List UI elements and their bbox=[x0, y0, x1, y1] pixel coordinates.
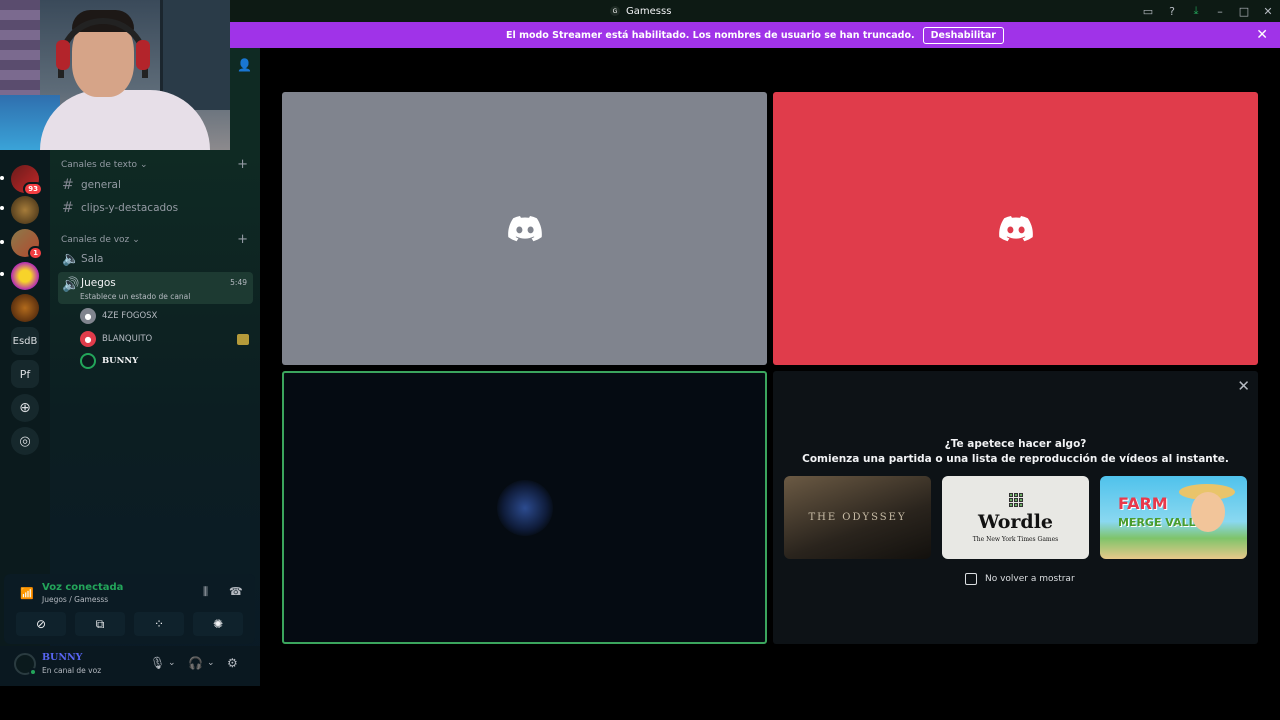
activity-title: ¿Te apetece hacer algo? bbox=[944, 438, 1087, 450]
chevron-down-icon[interactable]: ⌄ bbox=[207, 658, 215, 668]
add-channel-icon[interactable]: + bbox=[237, 157, 248, 172]
speaker-icon: 🔈 bbox=[62, 251, 80, 267]
soundboard-icon: ✺ bbox=[212, 617, 224, 631]
channel-clips[interactable]: # clips-y-destacados bbox=[58, 197, 253, 219]
voice-channel-sala[interactable]: 🔈 Sala bbox=[58, 248, 253, 270]
server-icon: G bbox=[610, 6, 620, 16]
download-icon[interactable]: ⤓ bbox=[1184, 0, 1208, 22]
window-title: Gamesss bbox=[626, 5, 672, 17]
title-bar: G Gamesss ▭ ? ⤓ – □ ✕ bbox=[230, 0, 1280, 22]
activity-subtitle: Comienza una partida o una lista de repr… bbox=[802, 453, 1229, 465]
add-server-icon[interactable]: ⊕ bbox=[11, 394, 39, 422]
activity-card-odyssey[interactable]: THE ODYSSEY bbox=[784, 476, 931, 559]
signal-icon[interactable]: 📶 bbox=[20, 587, 34, 600]
sidebar-header: 👤 bbox=[230, 48, 260, 150]
server-icon-5[interactable] bbox=[11, 294, 39, 322]
server-icon-4[interactable] bbox=[11, 262, 39, 290]
chevron-down-icon: ⌄ bbox=[140, 160, 148, 170]
speaker-icon: 🔊 bbox=[62, 277, 80, 293]
online-status-dot bbox=[29, 668, 37, 676]
server-icon-3[interactable]: 1 bbox=[11, 229, 43, 260]
unread-pill bbox=[0, 240, 4, 244]
unread-pill bbox=[0, 176, 4, 180]
voice-user[interactable]: ● 4ZE FOGOSX bbox=[80, 307, 157, 325]
dont-show-again-checkbox[interactable]: No volver a mostrar bbox=[965, 573, 1075, 585]
discover-icon[interactable]: ◎ bbox=[11, 427, 39, 455]
voice-location[interactable]: Juegos / Gamesss bbox=[42, 595, 108, 604]
noise-suppression-icon[interactable]: ⫼ bbox=[203, 585, 208, 599]
server-icon-1[interactable]: 93 bbox=[11, 165, 43, 196]
help-icon[interactable]: ? bbox=[1160, 0, 1184, 22]
wordle-grid-icon bbox=[1008, 492, 1023, 507]
soundboard-button[interactable]: ✺ bbox=[193, 612, 243, 636]
channel-timer: 5:49 bbox=[230, 278, 247, 287]
channel-general[interactable]: # general bbox=[58, 174, 253, 196]
hash-icon: # bbox=[62, 177, 74, 193]
avatar bbox=[80, 353, 96, 369]
server-pf[interactable]: Pf bbox=[11, 360, 39, 388]
activity-card-farm[interactable]: FARM MERGE VALLEY bbox=[1100, 476, 1247, 559]
add-voice-channel-icon[interactable]: + bbox=[237, 232, 248, 247]
settings-gear-icon[interactable]: ⚙ bbox=[227, 656, 238, 670]
close-banner-icon[interactable]: ✕ bbox=[1256, 27, 1268, 43]
avatar bbox=[496, 479, 553, 536]
close-window-button[interactable]: ✕ bbox=[1256, 0, 1280, 22]
discord-avatar-icon: ● bbox=[80, 331, 96, 347]
hash-icon: # bbox=[62, 200, 74, 216]
close-icon[interactable]: ✕ bbox=[1237, 377, 1250, 395]
mention-badge: 93 bbox=[23, 182, 43, 196]
microphone-icon[interactable]: 🎙 bbox=[150, 656, 165, 670]
participant-tile[interactable] bbox=[282, 92, 767, 365]
voice-user[interactable]: BUNNY bbox=[80, 352, 138, 370]
mention-badge: 1 bbox=[28, 246, 43, 260]
activity-card-wordle[interactable]: Wordle The New York Times Games bbox=[942, 476, 1089, 559]
camera-off-button[interactable]: ⊘ bbox=[16, 612, 66, 636]
user-status: En canal de voz bbox=[42, 666, 102, 675]
checkbox[interactable] bbox=[965, 573, 977, 585]
webcam-overlay bbox=[0, 0, 230, 150]
chevron-down-icon[interactable]: ⌄ bbox=[168, 658, 176, 668]
user-panel: BUNNY En canal de voz 🎙 ⌄ 🎧 ⌄ ⚙ bbox=[0, 646, 260, 686]
channel-status[interactable]: Establece un estado de canal bbox=[80, 292, 190, 301]
add-friend-icon[interactable]: 👤 bbox=[237, 58, 252, 72]
screen-share-icon: ⧉ bbox=[95, 616, 105, 631]
camera-off-icon: ⊘ bbox=[35, 617, 47, 631]
activities-button[interactable]: ⁘ bbox=[134, 612, 184, 636]
inbox-icon[interactable]: ▭ bbox=[1136, 0, 1160, 22]
banner-message: El modo Streamer está habilitado. Los no… bbox=[506, 29, 915, 41]
discord-logo-icon bbox=[507, 215, 542, 241]
participant-tile[interactable] bbox=[773, 92, 1258, 365]
discord-logo-icon bbox=[998, 215, 1033, 241]
discord-avatar-icon: ● bbox=[80, 308, 96, 324]
headphones-icon[interactable]: 🎧 bbox=[188, 656, 203, 670]
voice-user[interactable]: ● BLANQUITO bbox=[80, 330, 152, 348]
server-icon-2[interactable] bbox=[11, 196, 39, 224]
voice-connected-panel: 📶 Voz conectada Juegos / Gamesss ⫼ ☎ ⊘ ⧉… bbox=[4, 574, 255, 644]
category-text-channels[interactable]: Canales de texto ⌄ bbox=[61, 160, 148, 170]
voice-channel-juegos[interactable]: 🔊 Juegos Establece un estado de canal 5:… bbox=[58, 272, 253, 304]
activities-icon: ⁘ bbox=[153, 617, 165, 631]
server-esdb[interactable]: EsdB bbox=[11, 327, 39, 355]
category-voice-channels[interactable]: Canales de voz ⌄ bbox=[61, 235, 140, 245]
share-screen-button[interactable]: ⧉ bbox=[75, 612, 125, 636]
activity-icon bbox=[237, 334, 249, 345]
disconnect-icon[interactable]: ☎ bbox=[229, 585, 243, 598]
disable-streamer-button[interactable]: Deshabilitar bbox=[922, 26, 1004, 44]
participant-tile-speaking[interactable] bbox=[282, 371, 767, 644]
streamer-mode-banner: El modo Streamer está habilitado. Los no… bbox=[230, 22, 1280, 48]
avatar[interactable] bbox=[14, 653, 37, 676]
voice-status: Voz conectada bbox=[42, 582, 124, 593]
unread-pill bbox=[0, 206, 4, 210]
chevron-down-icon: ⌄ bbox=[132, 235, 140, 245]
username: BUNNY bbox=[42, 652, 83, 663]
minimize-button[interactable]: – bbox=[1208, 0, 1232, 22]
activity-launcher: ✕ ¿Te apetece hacer algo? Comienza una p… bbox=[773, 371, 1258, 644]
unread-pill bbox=[0, 272, 4, 276]
maximize-button[interactable]: □ bbox=[1232, 0, 1256, 22]
voice-call-grid: ✕ ¿Te apetece hacer algo? Comienza una p… bbox=[260, 48, 1280, 720]
